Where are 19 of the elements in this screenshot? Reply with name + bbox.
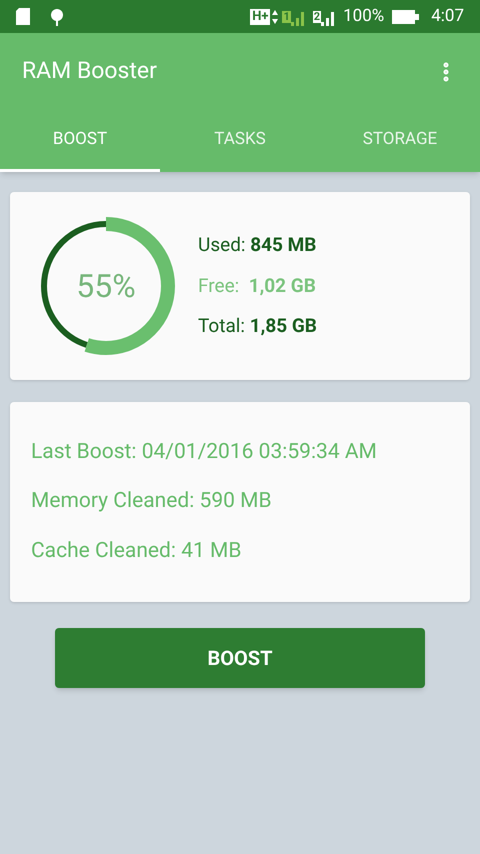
- clock: 4:07: [431, 4, 464, 28]
- battery-percent: 100%: [343, 4, 384, 28]
- boost-button[interactable]: BOOST: [55, 628, 425, 688]
- sim-badge: 2: [312, 10, 322, 22]
- boost-history-line: Memory Cleaned: 590 MB: [31, 488, 273, 516]
- tab[interactable]: TASKS: [160, 110, 320, 172]
- boost-history-line: Last Boost: 04/01/2016 03:59:34 AM: [31, 438, 378, 466]
- boost-history-line: Cache Cleaned: 41 MB: [31, 538, 242, 565]
- tab[interactable]: BOOST: [0, 110, 160, 172]
- memory-stat: Free: 1,02 GB: [198, 272, 317, 299]
- memory-stat: Used: 845 MB: [198, 232, 317, 258]
- data-arrows-icon: [272, 8, 278, 24]
- sim-badge: 1: [282, 10, 291, 22]
- tab[interactable]: STORAGE: [320, 110, 480, 172]
- sd-card-icon: [16, 8, 30, 25]
- usage-percent: 55%: [75, 266, 137, 307]
- battery-icon: [392, 10, 420, 24]
- memory-stat: Total: 1,85 GB: [198, 313, 317, 340]
- app-title: RAM Booster: [22, 56, 158, 86]
